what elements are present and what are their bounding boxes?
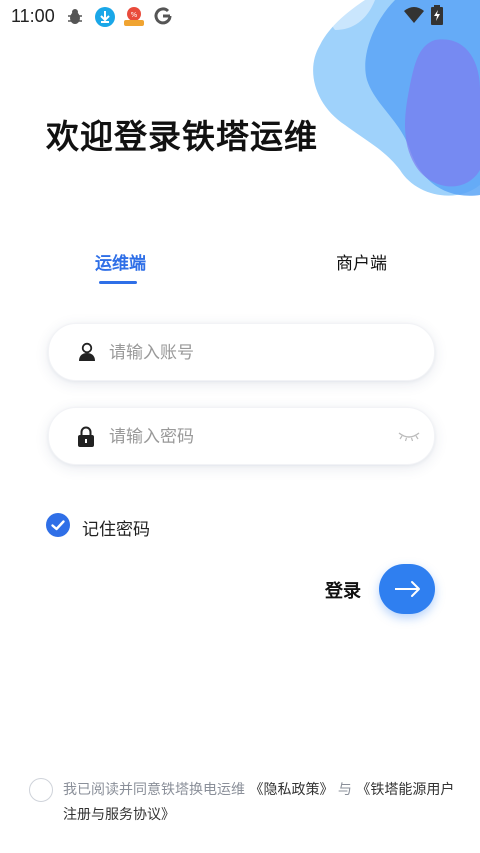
tab-merchant[interactable]: 商户端 [336, 249, 387, 274]
account-field[interactable] [48, 323, 435, 382]
battery-charging-icon [431, 5, 443, 25]
account-input[interactable] [107, 324, 391, 382]
checkmark-icon [51, 520, 65, 531]
privacy-policy-link[interactable]: 《隐私政策》 [249, 782, 333, 798]
remember-label: 记住密码 [82, 520, 150, 540]
status-bar: 11:00 % [0, 0, 480, 34]
svg-text:%: % [131, 11, 138, 19]
password-input[interactable] [107, 408, 391, 466]
agreement-and: 与 [337, 782, 352, 798]
wifi-icon [404, 7, 424, 23]
login-button[interactable] [379, 564, 435, 614]
active-tab-indicator [99, 281, 137, 284]
tab-operations[interactable]: 运维端 [95, 249, 146, 274]
agreement-checkbox[interactable] [29, 778, 53, 802]
arrow-right-icon [395, 581, 420, 597]
agreement-text: 我已阅读并同意铁塔换电运维 《隐私政策》 与 《铁塔能源用户注册与服务协议》 [63, 778, 458, 828]
eye-closed-icon[interactable] [398, 430, 420, 442]
status-time: 11:00 [11, 6, 55, 26]
download-icon [95, 7, 115, 27]
login-label[interactable]: 登录 [325, 577, 361, 603]
lock-icon [78, 426, 94, 447]
app-notification-icon: % [124, 7, 144, 26]
debug-icon [68, 9, 82, 24]
page-title: 欢迎登录铁塔运维 [46, 117, 318, 156]
user-icon [79, 342, 95, 361]
google-icon [154, 7, 172, 25]
remember-checkbox[interactable] [46, 513, 70, 537]
agreement-prefix: 我已阅读并同意铁塔换电运维 [63, 782, 245, 798]
password-field[interactable] [48, 407, 435, 466]
